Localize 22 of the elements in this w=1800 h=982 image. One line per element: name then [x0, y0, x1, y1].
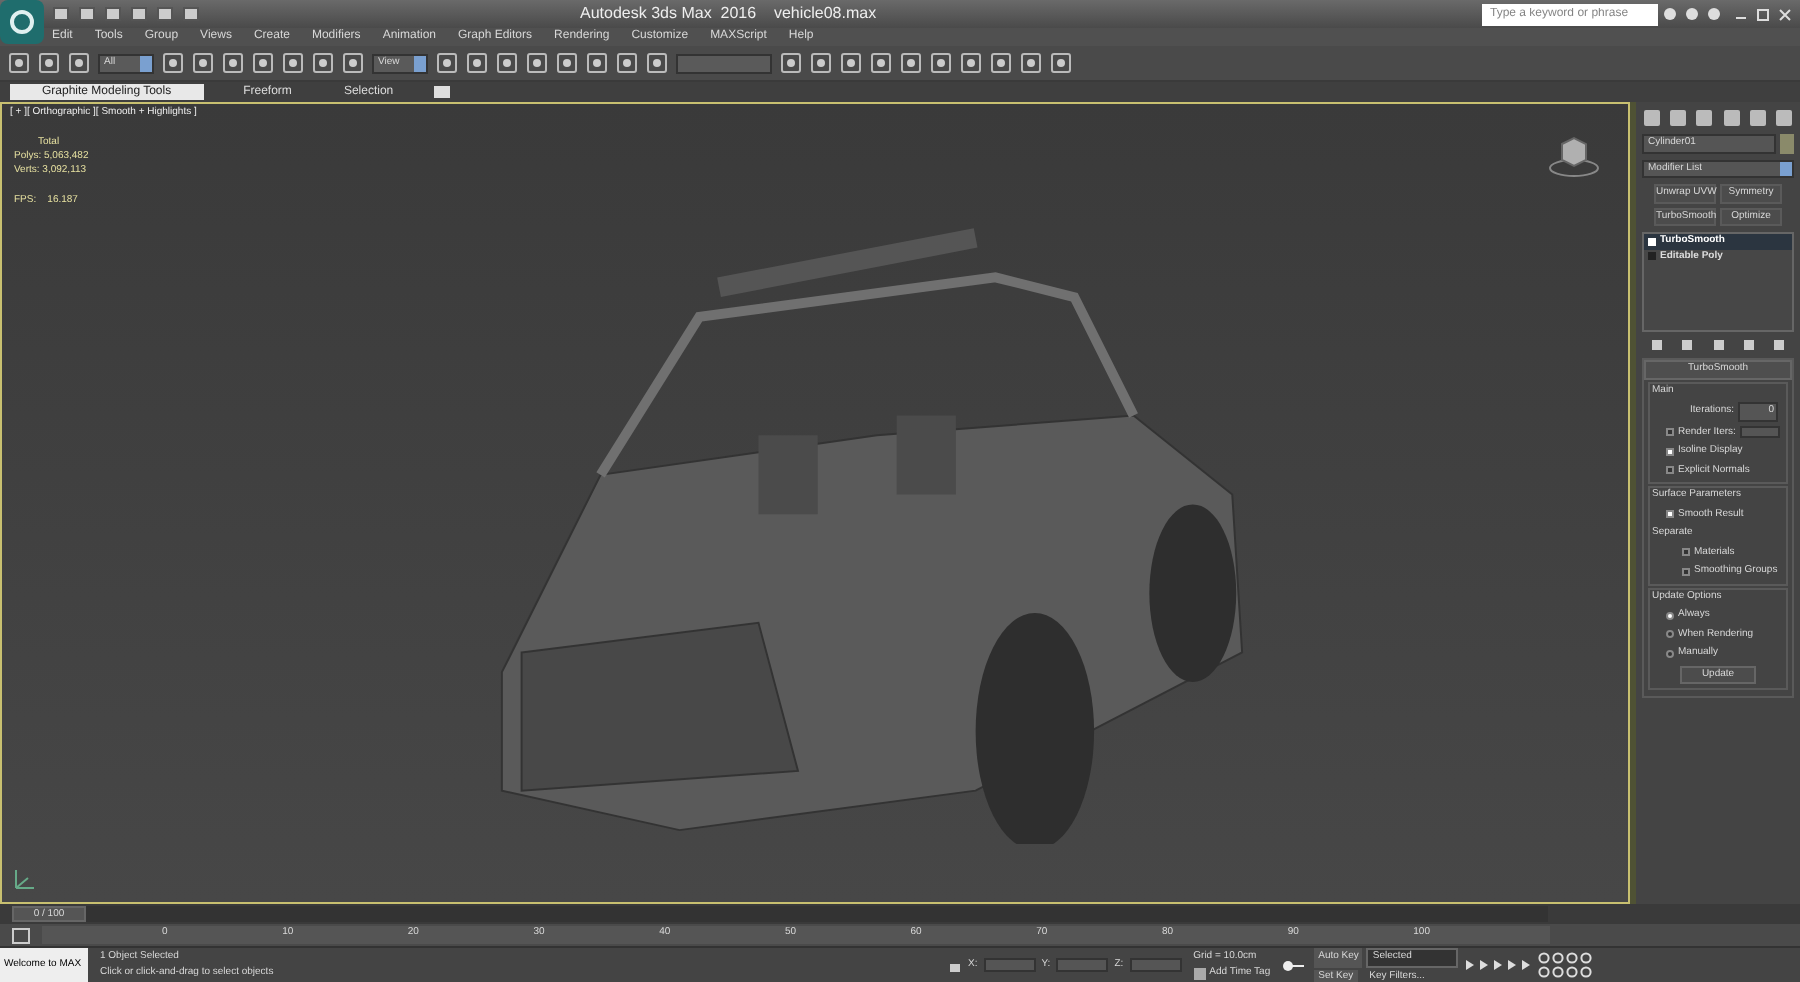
play-icon[interactable] [1492, 960, 1505, 970]
object-color-swatch[interactable] [1780, 134, 1794, 153]
checkbox[interactable] [1666, 428, 1674, 437]
restore-icon[interactable] [1756, 7, 1770, 21]
checkbox[interactable] [1666, 447, 1674, 456]
named-selection-field[interactable] [676, 53, 772, 73]
close-icon[interactable] [1778, 7, 1792, 21]
coordinate-field[interactable] [1056, 958, 1109, 972]
checkbox[interactable] [1666, 510, 1674, 519]
coordinate-field[interactable] [1129, 958, 1182, 972]
app-logo-icon[interactable] [0, 0, 44, 44]
coordinate-field[interactable] [983, 958, 1036, 972]
radio-button[interactable] [1666, 649, 1674, 658]
checkbox[interactable] [1682, 567, 1690, 576]
radio-button[interactable] [1666, 630, 1674, 639]
axis-tripod-icon [10, 866, 38, 894]
window-title: Autodesk 3ds Max 2016 vehicle08.max [580, 2, 877, 26]
checkbox[interactable] [1666, 466, 1674, 475]
radio-button[interactable] [1666, 611, 1674, 620]
viewcube-icon[interactable] [1548, 132, 1600, 180]
key-icon[interactable] [1282, 957, 1307, 973]
checkbox[interactable] [1682, 548, 1690, 557]
